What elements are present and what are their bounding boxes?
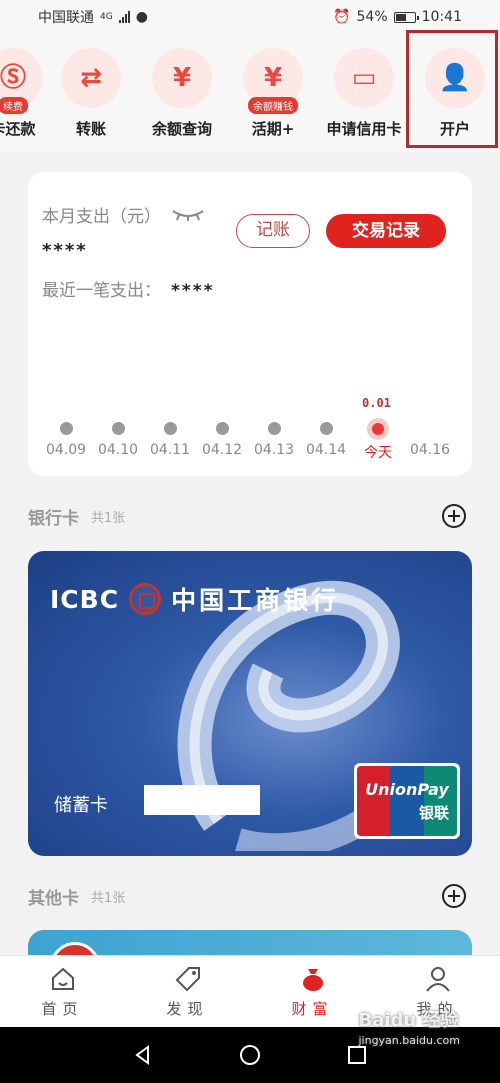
today-spend-value: 0.01 bbox=[362, 396, 391, 410]
eye-closed-icon[interactable] bbox=[171, 209, 205, 221]
unionpay-cn-text: 银联 bbox=[418, 804, 449, 822]
timeline-day[interactable]: 04.14 bbox=[296, 422, 356, 458]
tag-icon bbox=[125, 964, 250, 994]
balance-search-icon: ¥ bbox=[172, 63, 192, 93]
back-icon[interactable] bbox=[132, 1044, 154, 1066]
section-count: 共1张 bbox=[91, 510, 126, 526]
card-type: 储蓄卡 bbox=[54, 795, 108, 816]
quick-action-label: 活期+ bbox=[251, 120, 295, 138]
nav-wealth[interactable]: 财富 bbox=[250, 956, 375, 1027]
transaction-history-button[interactable]: 交易记录 bbox=[326, 214, 446, 248]
network-label: 4G bbox=[100, 12, 113, 22]
demand-deposit-icon: ¥ bbox=[263, 63, 283, 93]
card-repay-icon: Ⓢ bbox=[0, 63, 26, 93]
quick-action-balance[interactable]: ¥ 余额查询 bbox=[137, 48, 227, 139]
timeline-day[interactable]: 04.09 bbox=[36, 422, 96, 458]
unionpay-logo-icon: UnionPay 银联 bbox=[354, 763, 460, 839]
timeline-day-label: 04.11 bbox=[149, 442, 191, 458]
alarm-icon: ⏰ bbox=[333, 9, 351, 25]
timeline-day[interactable]: 04.10 bbox=[88, 422, 148, 458]
section-title: 银行卡 bbox=[28, 508, 79, 529]
bank-brand-code: ICBC bbox=[50, 584, 120, 614]
recent-spend-row: 最近一笔支出： **** bbox=[42, 276, 215, 301]
nav-label: 发现 bbox=[166, 1000, 209, 1018]
carrier-label: 中国联通 bbox=[38, 10, 94, 26]
timeline-day[interactable]: 04.16 bbox=[400, 422, 460, 458]
icbc-logo-icon bbox=[129, 583, 162, 615]
bank-cards-header: 银行卡 共1张 bbox=[28, 501, 472, 531]
recent-spend-value: **** bbox=[171, 281, 215, 301]
spend-amount: **** bbox=[42, 240, 88, 261]
spending-card: 本月支出（元） 记账 交易记录 **** 最近一笔支出： **** 04.09 0… bbox=[28, 172, 472, 476]
timeline-day-label: 04.09 bbox=[45, 442, 87, 458]
spend-title-row: 本月支出（元） bbox=[42, 202, 205, 227]
nav-home[interactable]: 首页 bbox=[0, 956, 125, 1027]
section-title: 其他卡 bbox=[28, 888, 79, 909]
timeline-day-label: 04.14 bbox=[305, 442, 347, 458]
watermark-text: Baidu 经验 bbox=[358, 1010, 459, 1031]
unionpay-text: UnionPay bbox=[365, 780, 449, 799]
battery-percent: 54% bbox=[356, 9, 388, 25]
quick-action-label: 申请信用卡 bbox=[326, 120, 402, 138]
status-bar: 中国联通 4G ● ⏰ 54% 10:41 bbox=[0, 0, 500, 34]
home-circle-icon[interactable] bbox=[238, 1043, 262, 1067]
section-count: 共1张 bbox=[91, 890, 126, 906]
nav-discover[interactable]: 发现 bbox=[125, 956, 250, 1027]
clock: 10:41 bbox=[421, 9, 462, 25]
spend-title: 本月支出（元） bbox=[42, 207, 161, 227]
baidu-watermark: Baidu 经验 jingyan.baidu.com bbox=[358, 1006, 460, 1047]
watermark-url: jingyan.baidu.com bbox=[358, 1034, 460, 1047]
recent-spend-label: 最近一笔支出： bbox=[42, 281, 161, 301]
money-bag-icon bbox=[250, 964, 375, 994]
quick-action-transfer[interactable]: ⇄ 转账 bbox=[46, 48, 136, 139]
quick-action-credit-card[interactable]: ▭ 申请信用卡 bbox=[319, 48, 409, 139]
quick-action-label: 余额查询 bbox=[151, 120, 212, 138]
credit-card-icon: ▭ bbox=[351, 63, 377, 93]
highlight-box bbox=[406, 30, 498, 148]
quick-action-label: 转账 bbox=[75, 120, 106, 138]
recents-icon[interactable] bbox=[346, 1044, 368, 1066]
timeline-day-today[interactable]: 今天 bbox=[348, 418, 408, 462]
other-cards-header: 其他卡 共1张 bbox=[28, 881, 472, 911]
bank-name: 中国工商银行 bbox=[171, 586, 340, 615]
quick-badge: 续费 bbox=[0, 97, 28, 114]
timeline-day-label: 04.16 bbox=[409, 442, 451, 458]
timeline-day[interactable]: 04.11 bbox=[140, 422, 200, 458]
user-icon bbox=[375, 964, 500, 994]
quick-badge: 余额赚钱 bbox=[248, 97, 298, 114]
home-icon bbox=[0, 964, 125, 994]
add-bank-card-icon[interactable] bbox=[442, 504, 466, 528]
nav-label: 财富 bbox=[291, 1000, 334, 1018]
quick-action-demand[interactable]: ¥ 余额赚钱 活期+ bbox=[228, 48, 318, 139]
timeline-day-label: 今天 bbox=[364, 445, 392, 461]
spend-timeline: 04.09 04.10 04.11 04.12 04.13 04.14 0.01… bbox=[28, 396, 472, 466]
timeline-day-label: 04.13 bbox=[253, 442, 295, 458]
add-other-card-icon[interactable] bbox=[442, 884, 466, 908]
message-icon: ● bbox=[135, 9, 148, 25]
bank-card[interactable]: ICBC 中国工商银行 储蓄卡 UnionPay 银联 bbox=[28, 551, 472, 856]
signal-icon bbox=[118, 11, 130, 23]
record-button[interactable]: 记账 bbox=[236, 214, 310, 248]
timeline-day-label: 04.12 bbox=[201, 442, 243, 458]
card-number-mask bbox=[144, 785, 260, 815]
timeline-day-label: 04.10 bbox=[97, 442, 139, 458]
battery-icon bbox=[393, 11, 419, 23]
timeline-day[interactable]: 04.12 bbox=[192, 422, 252, 458]
bank-brand: ICBC 中国工商银行 bbox=[50, 581, 339, 617]
timeline-day[interactable]: 04.13 bbox=[244, 422, 304, 458]
transfer-icon: ⇄ bbox=[80, 63, 102, 93]
nav-label: 首页 bbox=[41, 1000, 84, 1018]
